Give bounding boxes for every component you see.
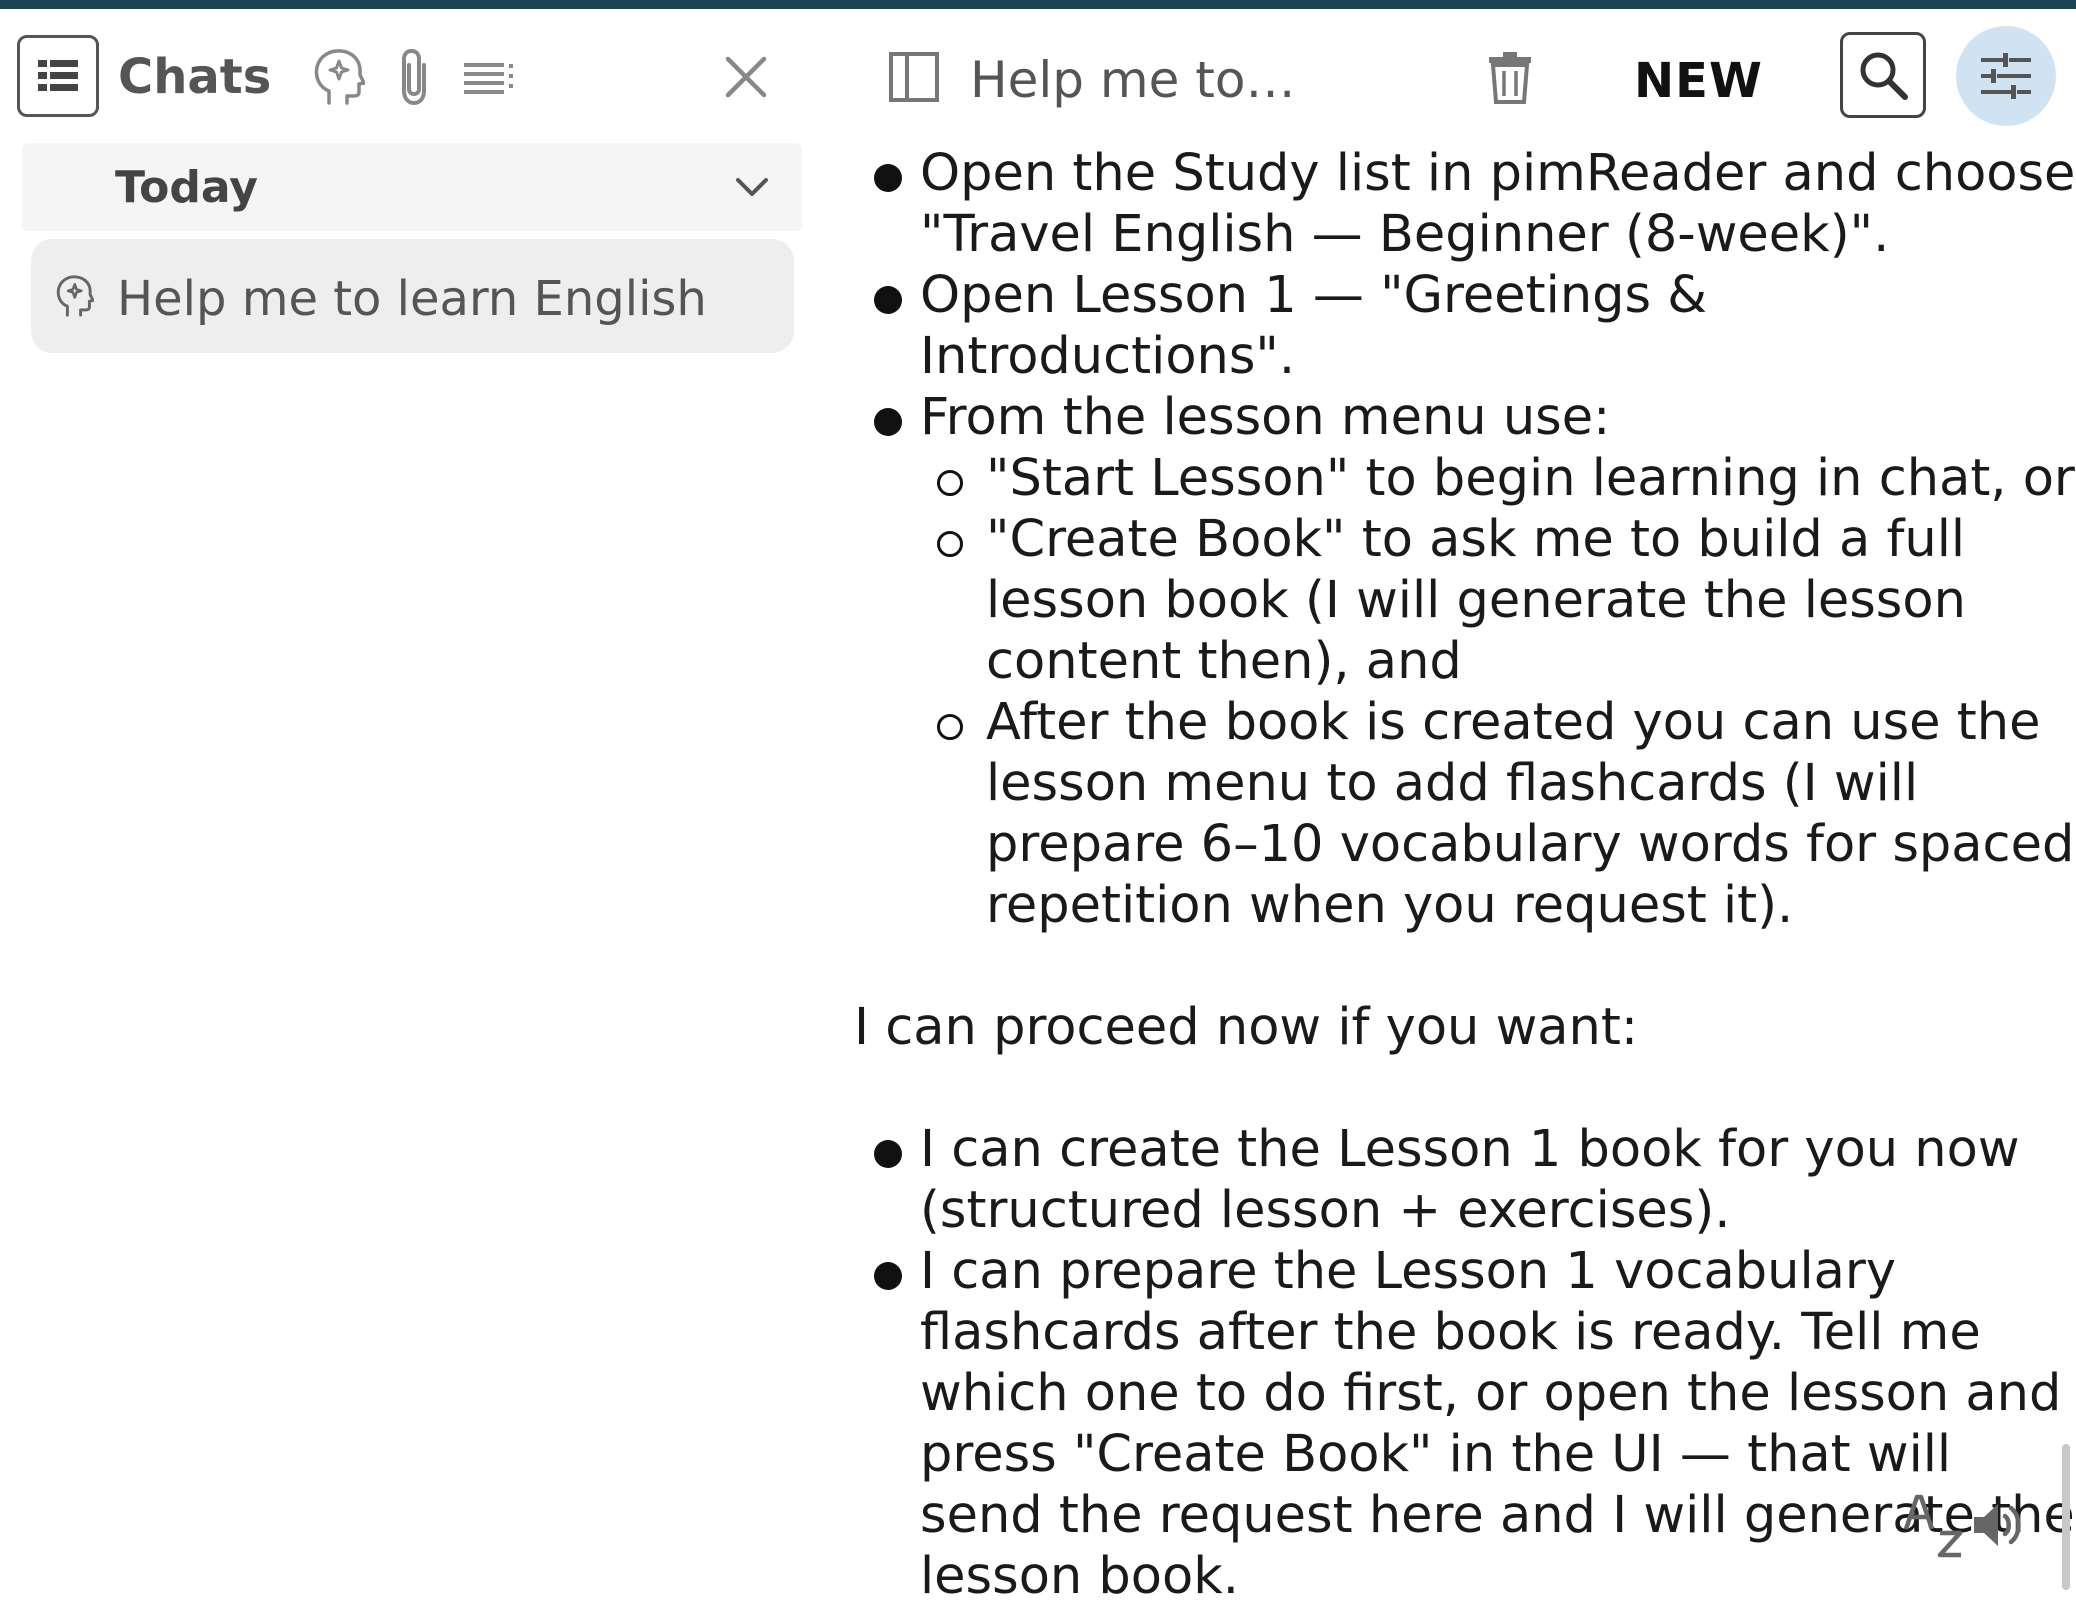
sub-steps-list: "Start Lesson" to begin learning in chat… <box>920 448 2076 936</box>
speaker-icon <box>1974 1504 2021 1546</box>
translate-button[interactable] <box>1902 1491 1972 1561</box>
chats-sidebar: Chats Today Help me to learn English <box>0 9 822 1590</box>
toggle-panel-button[interactable] <box>882 45 946 109</box>
attach-button[interactable] <box>382 45 446 109</box>
search-button[interactable] <box>1840 32 1926 118</box>
sidebar-title: Chats <box>118 49 272 105</box>
paperclip-icon <box>402 48 426 106</box>
list-item: Open the Study list in pimReader and cho… <box>874 144 2076 264</box>
assistant-message: Open the Study list in pimReader and cho… <box>822 143 2076 1607</box>
list-item: Open Lesson 1 — "Greetings & Introductio… <box>874 265 2076 387</box>
chat-title: Help me to learn English <box>970 51 1300 109</box>
steps-list: Open the Study list in pimReader and cho… <box>822 143 2076 936</box>
read-aloud-button[interactable] <box>1969 1495 2029 1555</box>
sidebar-panel-icon <box>889 52 939 102</box>
lines-filter-icon <box>464 63 513 94</box>
close-sidebar-button[interactable] <box>714 45 778 109</box>
trash-icon <box>1489 52 1531 104</box>
settings-button[interactable] <box>1956 26 2056 126</box>
chat-list-toggle-button[interactable] <box>17 35 99 117</box>
section-today-label: Today <box>115 162 258 213</box>
window-top-bar <box>0 0 2076 9</box>
tune-sliders-icon <box>1981 53 2031 99</box>
list-icon <box>38 60 78 91</box>
search-icon <box>1860 52 1908 100</box>
section-today-toggle[interactable]: Today <box>22 143 802 231</box>
chevron-down-icon <box>728 163 776 211</box>
sub-list-item: "Create Book" to ask me to build a full … <box>937 509 2076 692</box>
list-item: From the lesson menu use: "Start Lesson"… <box>874 388 2076 936</box>
list-item: I can create the Lesson 1 book for you n… <box>874 1119 2076 1241</box>
sub-list-item: After the book is created you can use th… <box>937 693 2075 935</box>
sub-list-item: "Start Lesson" to begin learning in chat… <box>937 449 2075 508</box>
ai-head-icon <box>51 273 97 319</box>
options-list: I can create the Lesson 1 book for you n… <box>822 1119 2076 1607</box>
chat-list-item[interactable]: Help me to learn English <box>31 239 794 353</box>
delete-chat-button[interactable] <box>1478 45 1542 109</box>
translate-az-icon <box>1903 1494 1963 1558</box>
ai-head-button[interactable] <box>306 45 370 109</box>
message-paragraph: I can proceed now if you want: <box>854 998 1639 1057</box>
sidebar-header: Chats <box>0 9 822 139</box>
ai-head-icon <box>314 49 365 105</box>
chat-main-panel: Help me to learn English NEW <box>822 9 2076 1606</box>
filter-list-button[interactable] <box>458 45 522 109</box>
scrollbar-thumb[interactable] <box>2062 1444 2070 1590</box>
new-chat-button[interactable]: NEW <box>1634 53 1763 109</box>
close-icon <box>725 56 767 98</box>
chat-list-item-label: Help me to learn English <box>117 271 707 327</box>
